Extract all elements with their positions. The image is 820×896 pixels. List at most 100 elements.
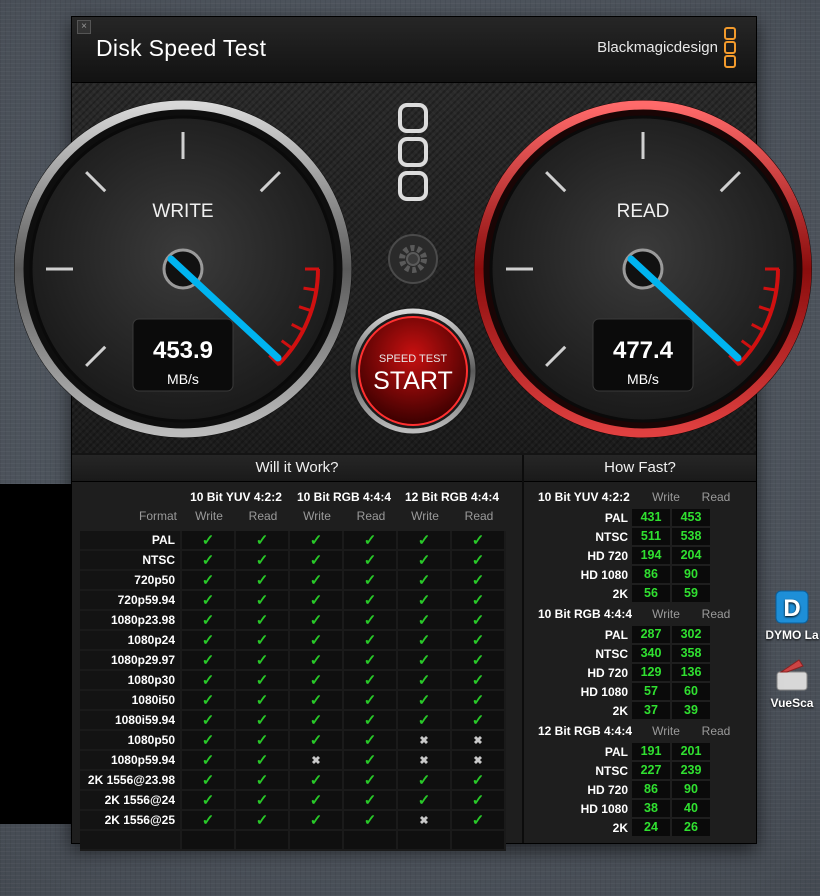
table-row: 1080i59.94 ✓ ✓ ✓ ✓ ✓ ✓ (80, 711, 506, 731)
write-gauge (14, 100, 352, 438)
compat-cell: ✓ (236, 691, 290, 711)
table-row: 2K 1556@24 ✓ ✓ ✓ ✓ ✓ ✓ (80, 791, 506, 811)
table-row: 1080i50 ✓ ✓ ✓ ✓ ✓ ✓ (80, 691, 506, 711)
format-label: 2K 1556@25 (80, 811, 182, 831)
will-it-work-header: Will it Work? (72, 455, 522, 482)
cross-icon: ✖ (419, 734, 429, 747)
table-row: 1080p24 ✓ ✓ ✓ ✓ ✓ ✓ (80, 631, 506, 651)
compat-cell: ✓ (290, 571, 344, 591)
check-icon: ✓ (363, 552, 377, 569)
check-icon: ✓ (201, 652, 215, 669)
check-icon: ✓ (363, 712, 377, 729)
resolution-label: HD 1080 (580, 685, 628, 699)
desktop-icon-label: VueSca (770, 696, 814, 710)
compat-cell: ✓ (344, 671, 398, 691)
compat-cell: ✓ (344, 751, 398, 771)
compat-cell: ✓ (182, 711, 236, 731)
compat-cell: ✓ (398, 671, 452, 691)
write-fps-value: 56 (632, 585, 670, 602)
resolution-label: 2K (612, 704, 628, 718)
check-icon: ✓ (309, 712, 323, 729)
compat-cell: ✓ (236, 711, 290, 731)
format-label: 1080p50 (80, 731, 182, 751)
cross-icon: ✖ (419, 754, 429, 767)
compat-cell: ✖ (290, 751, 344, 771)
check-icon: ✓ (471, 552, 485, 569)
compat-cell: ✓ (182, 791, 236, 811)
resolution-label: HD 720 (587, 549, 628, 563)
background-window (0, 484, 72, 824)
compat-cell: ✖ (452, 731, 506, 751)
read-fps-value: 59 (672, 585, 710, 602)
check-icon: ✓ (255, 652, 269, 669)
how-fast-row: 2K 56 59 (524, 585, 712, 604)
read-speed-value: 477.4 (612, 337, 674, 364)
read-fps-value: 201 (672, 743, 710, 760)
resolution-label: HD 1080 (580, 568, 628, 582)
check-icon: ✓ (471, 632, 485, 649)
desktop-icon-dymo[interactable]: D DYMO La (762, 588, 820, 642)
check-icon: ✓ (255, 532, 269, 549)
compat-cell: ✓ (344, 591, 398, 611)
gauge-area: WRITE 453.9 MB/s READ 477.4 MB/s SPEED T… (14, 83, 812, 453)
disk-speed-test-window: × Disk Speed Test Blackmagicdesign WRITE… (14, 16, 812, 851)
resolution-label: PAL (604, 511, 628, 525)
format-label: 2K 1556@23.98 (80, 771, 182, 791)
resolution-label: 2K (612, 587, 628, 601)
compat-cell: ✓ (398, 631, 452, 651)
start-button-label[interactable]: START (353, 367, 473, 396)
compat-cell: ✓ (398, 771, 452, 791)
compat-cell: ✓ (182, 811, 236, 831)
check-icon: ✓ (309, 612, 323, 629)
check-icon: ✓ (417, 652, 431, 669)
check-icon: ✓ (471, 692, 485, 709)
compat-cell (290, 831, 344, 851)
check-icon: ✓ (471, 612, 485, 629)
compat-cell: ✓ (452, 531, 506, 551)
check-icon: ✓ (201, 812, 215, 829)
check-icon: ✓ (363, 572, 377, 589)
vuescan-icon (773, 656, 811, 694)
compat-cell: ✓ (344, 651, 398, 671)
how-fast-group-title: 10 Bit RGB 4:4:4 (538, 607, 633, 621)
read-fps-value: 136 (672, 664, 710, 681)
compat-cell: ✓ (452, 591, 506, 611)
compat-cell: ✓ (398, 571, 452, 591)
format-column-header: Format (138, 509, 177, 523)
column-header: Read (356, 509, 386, 523)
resolution-label: NTSC (595, 647, 628, 661)
check-icon: ✓ (471, 532, 485, 549)
compat-cell: ✓ (236, 791, 290, 811)
how-fast-row: HD 1080 38 40 (524, 800, 712, 819)
group-header: 10 Bit YUV 4:2:2 (190, 490, 282, 504)
how-fast-row: HD 720 194 204 (524, 547, 712, 566)
compat-cell (398, 831, 452, 851)
table-row: 2K 1556@25 ✓ ✓ ✓ ✓ ✖ ✓ (80, 811, 506, 831)
read-gauge-label: READ (616, 201, 670, 222)
desktop-icon-vuescan[interactable]: VueSca (762, 656, 820, 710)
resolution-label: NTSC (595, 764, 628, 778)
write-column-header: Write (652, 724, 680, 738)
check-icon: ✓ (201, 752, 215, 769)
compat-cell: ✓ (236, 751, 290, 771)
resolution-label: PAL (604, 628, 628, 642)
cross-icon: ✖ (311, 754, 321, 767)
table-row: NTSC ✓ ✓ ✓ ✓ ✓ ✓ (80, 551, 506, 571)
format-label: 1080p59.94 (80, 751, 182, 771)
check-icon: ✓ (417, 552, 431, 569)
compat-cell: ✓ (398, 591, 452, 611)
table-row: 1080p30 ✓ ✓ ✓ ✓ ✓ ✓ (80, 671, 506, 691)
format-label: 1080p29.97 (80, 651, 182, 671)
check-icon: ✓ (309, 732, 323, 749)
write-fps-value: 86 (632, 781, 670, 798)
compat-cell: ✓ (344, 791, 398, 811)
compat-cell: ✓ (290, 591, 344, 611)
write-fps-value: 86 (632, 566, 670, 583)
check-icon: ✓ (201, 572, 215, 589)
compat-cell: ✓ (290, 531, 344, 551)
check-icon: ✓ (471, 652, 485, 669)
check-icon: ✓ (255, 552, 269, 569)
settings-gear-button[interactable] (388, 234, 438, 284)
check-icon: ✓ (363, 812, 377, 829)
resolution-label: 2K (612, 821, 628, 835)
